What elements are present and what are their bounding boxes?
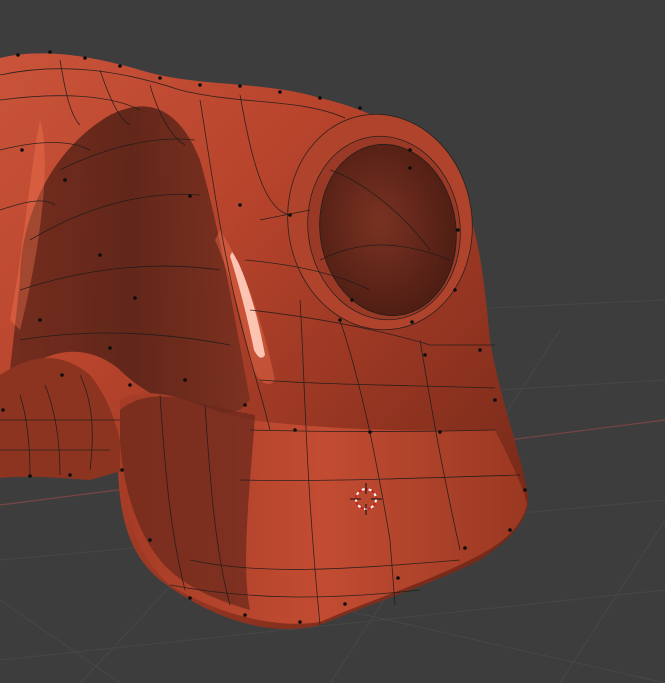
mesh-object[interactable] bbox=[0, 53, 529, 629]
cavity bbox=[120, 396, 255, 610]
3d-viewport[interactable] bbox=[0, 0, 665, 683]
viewport-canvas[interactable] bbox=[0, 0, 665, 683]
